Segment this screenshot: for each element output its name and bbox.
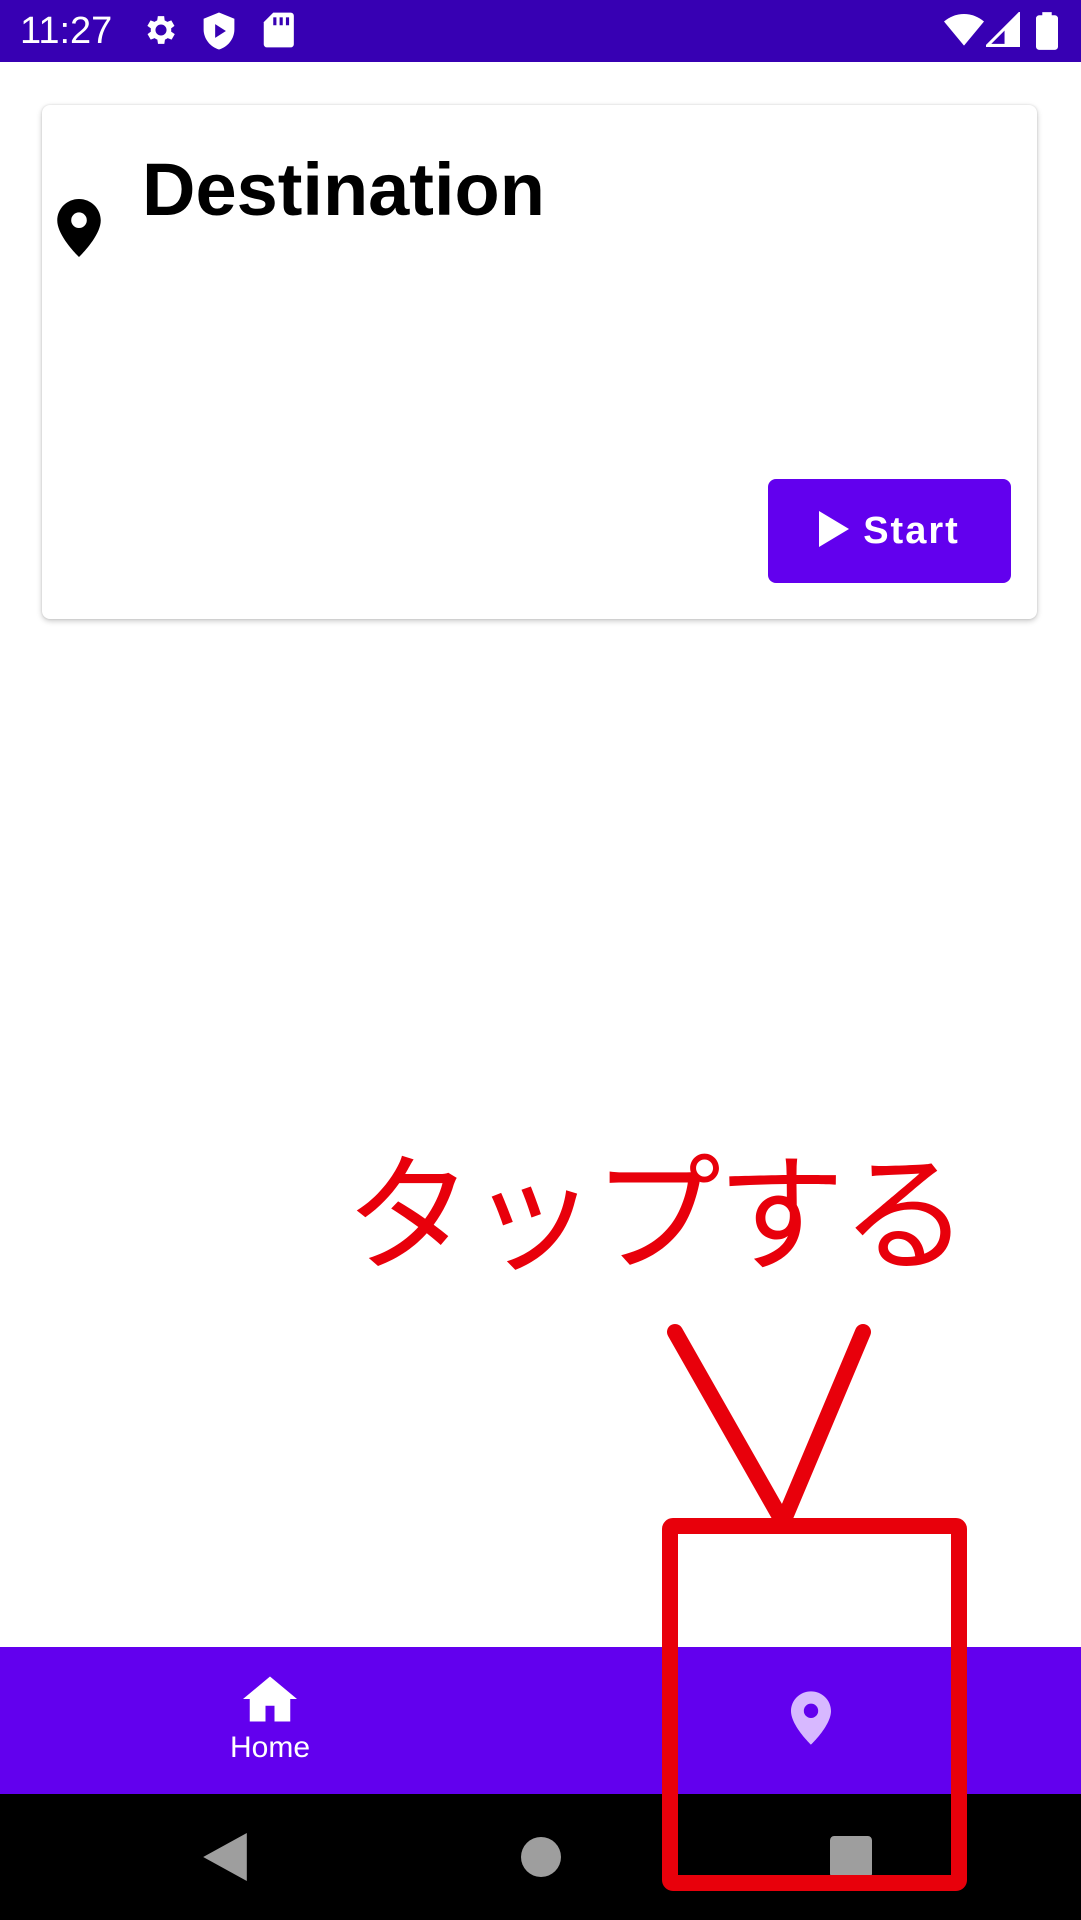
home-circle-icon[interactable] <box>496 1794 586 1920</box>
sd-card-icon <box>262 11 294 54</box>
nav-item-destination[interactable] <box>540 1647 1081 1794</box>
wifi-icon <box>944 12 984 51</box>
home-icon <box>243 1676 297 1727</box>
annotation-arrow <box>667 1324 871 1530</box>
start-button[interactable]: Start <box>768 479 1011 583</box>
system-navigation-bar <box>0 1794 1081 1920</box>
destination-title: Destination <box>142 148 545 231</box>
gear-icon <box>142 11 180 54</box>
location-pin-icon <box>57 199 101 262</box>
nav-item-home[interactable]: Home <box>0 1647 540 1794</box>
destination-card: Destination Start <box>42 105 1037 619</box>
play-icon <box>819 510 850 552</box>
start-button-label: Start <box>863 509 960 552</box>
battery-icon <box>1036 12 1058 55</box>
status-bar: 11:27 <box>0 0 1081 62</box>
nav-label-home: Home <box>229 1731 311 1764</box>
signal-icon <box>983 10 1020 53</box>
shield-play-icon <box>200 11 238 56</box>
status-time: 11:27 <box>20 10 113 52</box>
location-pin-icon <box>790 1691 831 1750</box>
annotation-text: タップする <box>345 1142 969 1291</box>
recents-icon[interactable] <box>806 1794 896 1920</box>
back-icon[interactable] <box>180 1794 270 1920</box>
bottom-navigation: Home <box>0 1647 1081 1794</box>
